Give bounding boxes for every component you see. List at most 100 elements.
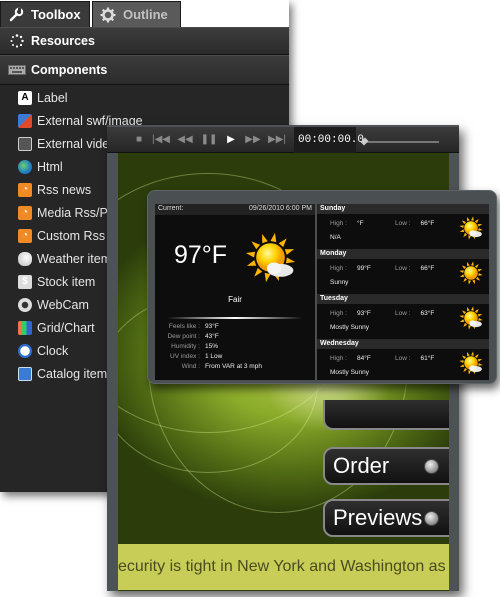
tab-bar: Toolbox Outline	[0, 0, 289, 27]
sun-icon	[458, 260, 484, 286]
current-datetime: 09/26/2010 6:00 PM	[248, 205, 312, 212]
weather-widget[interactable]: Current: 09/26/2010 6:00 PM 97°F Fair Fe…	[147, 190, 497, 384]
detail-value: 43°F	[205, 333, 219, 340]
section-components-label: Components	[31, 63, 108, 77]
component-label: Label	[37, 90, 68, 105]
current-condition: Fair	[228, 295, 242, 304]
forecast-day-name: Wednesday	[317, 339, 489, 349]
weather-detail-row: Dew point : 43°F	[155, 333, 315, 343]
detail-key: Feels like :	[168, 323, 200, 330]
ticker-text: ecurity is tight in New York and Washing…	[118, 558, 446, 575]
section-resources[interactable]: Resources	[0, 27, 289, 55]
play-icon: ▶	[227, 134, 235, 145]
high-label: High :	[330, 355, 347, 362]
menu-button-hidden[interactable]	[323, 400, 449, 430]
rewind-button[interactable]: ◀◀	[175, 132, 195, 147]
previews-button[interactable]: Previews	[323, 499, 449, 537]
seek-bar[interactable]	[363, 141, 439, 143]
weather-details: Feels like : 93°F Dew point : 43°F Humidity …	[155, 323, 315, 373]
forecast-day-name: Monday	[317, 249, 489, 259]
skip-forward-button[interactable]: ▶▶|	[267, 132, 287, 147]
current-header: Current: 09/26/2010 6:00 PM	[155, 204, 315, 215]
keyboard-icon	[6, 65, 28, 75]
detail-value: 15%	[205, 343, 219, 350]
high-value: 99°F	[356, 265, 371, 272]
component-label: Stock item	[37, 274, 96, 289]
webcam-icon	[18, 297, 32, 312]
low-label: Low :	[394, 265, 411, 272]
radio-dot-icon	[424, 459, 439, 474]
rss-icon: ◔	[18, 205, 32, 220]
component-label: External video	[37, 136, 117, 151]
forecast-high-low: High : °F Low : 66°F	[330, 220, 459, 227]
forecast-description: Mostly Sunny	[330, 369, 370, 376]
play-button[interactable]: ▶	[221, 132, 241, 147]
image-icon	[18, 113, 32, 128]
forecast-description: Sunny	[330, 279, 349, 286]
stop-button[interactable]: ■	[129, 132, 149, 147]
detail-key: Dew point :	[167, 333, 200, 340]
detail-value: 93°F	[205, 323, 219, 330]
stock-icon: $	[18, 274, 32, 289]
skip-forward-icon: ▶▶|	[268, 134, 286, 145]
forecast-description: N/A	[330, 234, 341, 241]
detail-key: Wind :	[181, 363, 200, 370]
detail-value: From VAR at 3 mph	[205, 363, 262, 370]
tab-outline-label: Outline	[123, 7, 168, 22]
low-label: Low :	[394, 355, 411, 362]
forward-icon: ▶▶	[245, 134, 261, 145]
gear-icon	[99, 6, 117, 24]
forecast-high-low: High : 99°F Low : 66°F	[330, 265, 459, 272]
clock-icon	[18, 343, 32, 358]
low-value: 61°F	[420, 355, 435, 362]
player-controls: ■ |◀◀ ◀◀ ❚❚ ▶ ▶▶ ▶▶| 00:00:00.0	[107, 127, 459, 153]
sun-cloud-icon	[458, 305, 484, 331]
high-value: 84°F	[356, 355, 371, 362]
detail-key: UV index :	[170, 353, 200, 360]
order-button[interactable]: Order	[323, 447, 449, 485]
time-display: 00:00:00.0	[294, 127, 364, 153]
detail-value: 1 Low	[205, 353, 223, 360]
weather-icon	[18, 251, 32, 266]
forecast-list: Sunday High : °F Low : 66°F N/A Monday High : 99…	[317, 204, 489, 380]
high-value: °F	[356, 220, 364, 227]
component-item[interactable]: A Label	[0, 86, 289, 109]
news-ticker: ecurity is tight in New York and Washing…	[118, 544, 449, 590]
forecast-day-name: Tuesday	[317, 294, 489, 304]
low-value: 66°F	[420, 265, 435, 272]
pause-button[interactable]: ❚❚	[199, 132, 219, 147]
order-button-label: Order	[333, 453, 390, 478]
forecast-day: Tuesday High : 93°F Low : 63°F Mostly Sunny	[317, 294, 489, 338]
rewind-icon: ◀◀	[177, 134, 193, 145]
section-components[interactable]: Components	[0, 55, 289, 85]
forecast-day: Monday High : 99°F Low : 66°F Sunny	[317, 249, 489, 293]
high-value: 93°F	[356, 310, 371, 317]
divider	[167, 317, 303, 319]
tab-outline[interactable]: Outline	[92, 1, 181, 27]
label-icon: A	[18, 90, 32, 105]
component-label: Catalog item	[37, 366, 108, 381]
previews-button-label: Previews	[333, 505, 423, 530]
tab-toolbox[interactable]: Toolbox	[0, 1, 90, 27]
app-root: Toolbox Outline Resources Components A La…	[0, 0, 500, 597]
forward-button[interactable]: ▶▶	[243, 132, 263, 147]
low-value: 63°F	[420, 310, 435, 317]
high-label: High :	[330, 265, 347, 272]
skip-back-icon: |◀◀	[152, 134, 170, 145]
chart-icon	[18, 320, 32, 335]
pause-icon: ❚❚	[200, 134, 218, 145]
tab-toolbox-label: Toolbox	[31, 7, 81, 22]
weather-detail-row: Feels like : 93°F	[155, 323, 315, 333]
component-label: Clock	[37, 343, 69, 358]
high-label: High :	[330, 220, 347, 227]
skip-back-button[interactable]: |◀◀	[151, 132, 171, 147]
low-value: 66°F	[420, 220, 435, 227]
component-label: WebCam	[37, 297, 89, 312]
spinner-icon	[6, 34, 28, 48]
stop-icon: ■	[135, 134, 143, 145]
detail-key: Humidity :	[171, 343, 200, 350]
forecast-high-low: High : 93°F Low : 63°F	[330, 310, 459, 317]
radio-dot-icon	[424, 511, 439, 526]
current-label: Current:	[158, 205, 184, 212]
forecast-day-name: Sunday	[317, 204, 489, 214]
